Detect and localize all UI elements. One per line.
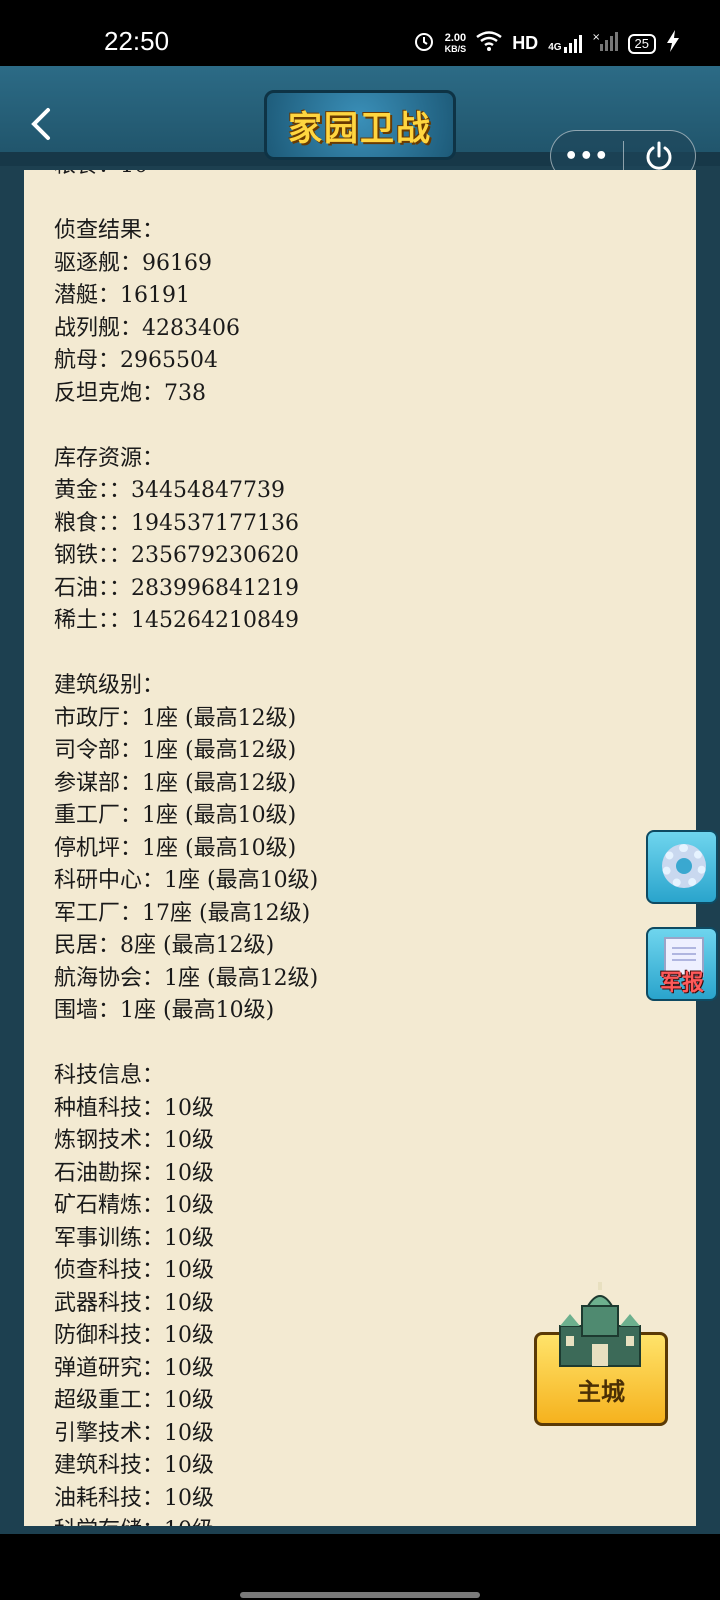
list-item: 司令部：1座 (最高12级)	[54, 738, 297, 763]
charging-icon	[666, 30, 680, 57]
tech-title: 科技信息：	[54, 1063, 165, 1088]
status-bar: 22:50 2.00 KB/S HD 4G × 25	[0, 0, 720, 66]
list-item: 潜艇：16191	[54, 283, 190, 308]
list-item: 反坦克炮：738	[54, 380, 206, 406]
resources-title: 库存资源：	[54, 445, 165, 471]
signal-x-icon: ×	[592, 31, 618, 56]
list-item: 粮食：：194537177136	[54, 510, 299, 536]
list-item: 油耗科技：10级	[54, 1485, 214, 1511]
list-item: 种植科技：10级	[54, 1095, 214, 1121]
list-item: 矿石精炼：10级	[54, 1193, 214, 1218]
list-item: 市政厅：1座 (最高12级)	[54, 705, 297, 731]
chevron-left-icon	[31, 108, 50, 140]
list-item: 航母：2965504	[54, 348, 218, 373]
report-line-cut: 粮食：10	[54, 170, 654, 183]
battle-report-button[interactable]: 军报	[646, 927, 718, 1001]
list-item: 战列舰：4283406	[54, 315, 240, 341]
settings-button[interactable]	[646, 830, 718, 904]
battle-report-label: 军报	[659, 971, 704, 996]
list-item: 围墙：1座 (最高10级)	[54, 998, 275, 1023]
list-item: 炼钢技术：10级	[54, 1128, 214, 1153]
home-indicator[interactable]	[240, 1592, 480, 1598]
wifi-icon	[476, 31, 502, 56]
net-speed: 2.00 KB/S	[444, 31, 467, 54]
list-item: 建筑科技：10级	[54, 1453, 214, 1478]
list-item: 航海协会：1座 (最高12级)	[54, 965, 319, 991]
recon-list: 驱逐舰：96169 潜艇：16191 战列舰：4283406 航母：296550…	[54, 248, 654, 411]
list-item: 民居：8座 (最高12级)	[54, 933, 275, 958]
game-logo: 家园卫战	[264, 90, 456, 160]
recon-title: 侦查结果：	[54, 218, 165, 243]
battery-indicator: 25	[627, 33, 656, 54]
list-item: 科研中心：1座 (最高10级)	[54, 868, 319, 893]
buildings-title: 建筑级别：	[54, 673, 165, 698]
list-item: 军工厂：17座 (最高12级)	[54, 900, 311, 926]
hd-label: HD	[512, 33, 539, 53]
list-item: 黄金：：34454847739	[54, 478, 285, 503]
resources-list: 黄金：：34454847739 粮食：：194537177136 钢铁：：235…	[54, 475, 654, 638]
gear-icon	[662, 844, 706, 888]
list-item: 石油勘探：10级	[54, 1160, 214, 1186]
list-item: 科学存储：10级	[54, 1515, 654, 1526]
list-item: 稀土：：145264210849	[54, 608, 299, 633]
list-item: 石油：：283996841219	[54, 575, 299, 601]
list-item: 重工厂：1座 (最高10级)	[54, 803, 297, 828]
buildings-list: 市政厅：1座 (最高12级) 司令部：1座 (最高12级) 参谋部：1座 (最高…	[54, 703, 654, 1028]
more-options-button[interactable]: •••	[551, 144, 623, 169]
alarm-icon	[413, 30, 435, 57]
bottom-system-bar	[0, 1534, 720, 1600]
signal-4g-icon: 4G	[548, 34, 582, 53]
status-icons: 2.00 KB/S HD 4G × 25	[413, 30, 680, 57]
game-logo-text: 家园卫战	[288, 108, 432, 149]
back-button[interactable]	[28, 106, 68, 146]
close-mini-program-button[interactable]	[624, 140, 696, 172]
list-item: 军事训练：10级	[54, 1225, 214, 1251]
list-item: 停机坪：1座 (最高10级)	[54, 835, 297, 861]
main-city-label: 主城	[577, 1378, 625, 1406]
list-item: 参谋部：1座 (最高12级)	[54, 770, 297, 796]
status-time: 22:50	[104, 26, 170, 56]
power-icon	[646, 141, 672, 170]
list-item: 驱逐舰：96169	[54, 250, 212, 276]
svg-text:×: ×	[592, 32, 600, 43]
castle-icon	[559, 1282, 641, 1367]
list-item: 钢铁：：235679230620	[54, 543, 299, 568]
